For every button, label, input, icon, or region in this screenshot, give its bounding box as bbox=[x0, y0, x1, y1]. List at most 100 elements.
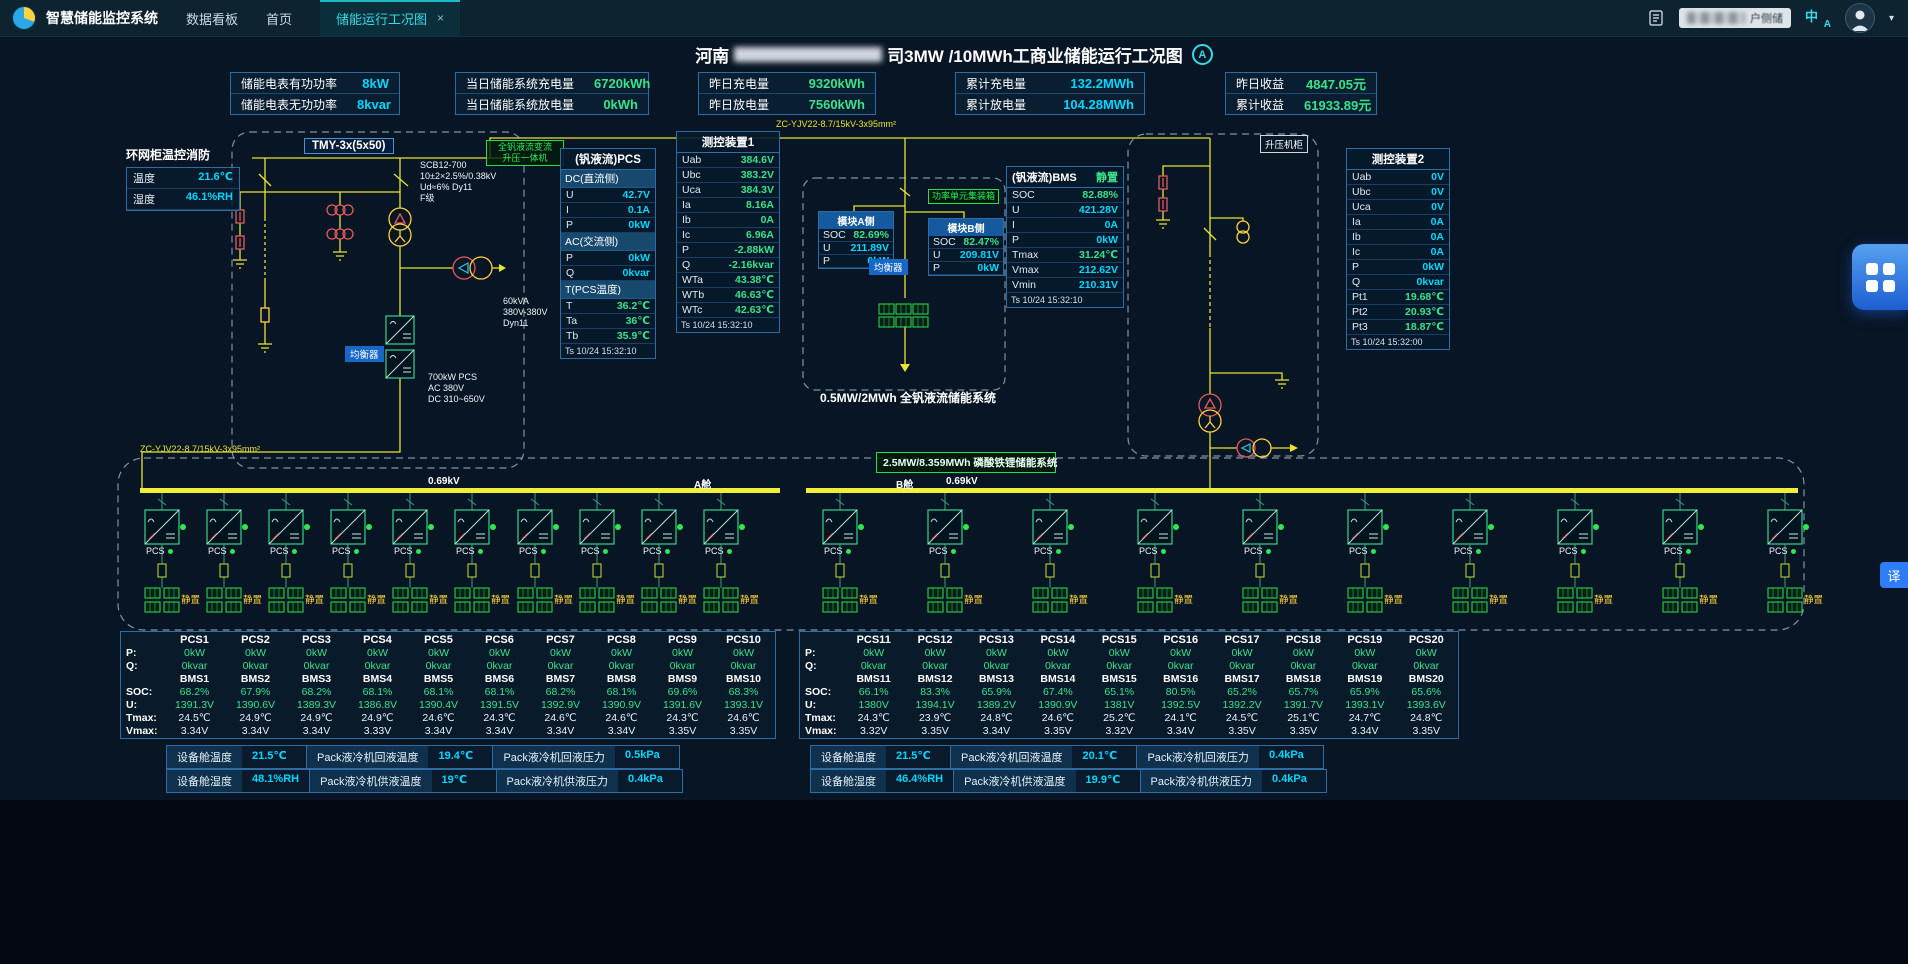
q-value: 0kvar bbox=[966, 659, 1027, 672]
soc-value: 67.4% bbox=[1027, 685, 1088, 698]
field-value: 46.63℃ bbox=[735, 289, 774, 301]
tab-close-icon[interactable]: × bbox=[437, 11, 444, 25]
lang-secondary: A bbox=[1824, 19, 1831, 30]
u-value: 1391.5V bbox=[469, 698, 530, 711]
field-label: P bbox=[933, 262, 940, 274]
p-value: 0kW bbox=[652, 646, 713, 659]
data-row: P0kW bbox=[561, 218, 655, 233]
data-row: 昨日收益4847.05元 bbox=[1226, 73, 1376, 93]
data-row: 累计充电量132.2MWh bbox=[956, 73, 1144, 93]
grid-icon bbox=[1866, 263, 1895, 292]
field-value: 46.1%RH bbox=[186, 191, 233, 207]
data-row: Pack液冷机供液温度19.9℃ bbox=[953, 769, 1140, 793]
tmax-value: 24.6℃ bbox=[530, 711, 591, 724]
bms-name: BMS20 bbox=[1396, 672, 1457, 685]
field-label: Ic bbox=[682, 229, 690, 241]
quick-menu-button[interactable] bbox=[1852, 244, 1908, 310]
data-row: Pack液冷机供液温度19℃ bbox=[309, 769, 496, 793]
table-row-tmax: Tmax:24.5℃24.9℃24.9℃24.9℃24.6℃24.3℃24.6℃… bbox=[122, 711, 774, 724]
data-row: P0kW bbox=[1007, 233, 1123, 248]
field-value: 0kW bbox=[628, 252, 650, 264]
chevron-down-icon[interactable]: ▾ bbox=[1889, 13, 1894, 24]
field-value: 20.93℃ bbox=[1405, 306, 1444, 318]
vrf-booster-label: 全钒液流变流 升压一体机 bbox=[486, 140, 564, 166]
kv-list: T36.2℃Ta36℃Tb35.9℃ bbox=[561, 299, 655, 344]
field-value: 0V bbox=[1431, 171, 1444, 183]
translate-button[interactable]: 译 bbox=[1880, 562, 1908, 588]
data-row: Ia0A bbox=[1347, 215, 1449, 230]
p-value: 0kW bbox=[1211, 646, 1272, 659]
language-toggle[interactable]: 中 A bbox=[1805, 6, 1831, 30]
q-value: 0kvar bbox=[713, 659, 774, 672]
user-menu[interactable]: 户侧储 bbox=[1679, 8, 1791, 28]
q-value: 0kvar bbox=[904, 659, 965, 672]
field-value: 48.1%RH bbox=[242, 770, 309, 792]
pcs-column-header: PCS8 bbox=[591, 633, 652, 646]
q-value: 0kvar bbox=[347, 659, 408, 672]
p-value: 0kW bbox=[904, 646, 965, 659]
field-value: 6.96A bbox=[746, 229, 774, 241]
pcs-column-header: PCS1 bbox=[164, 633, 225, 646]
title-badge-icon[interactable]: A bbox=[1192, 44, 1213, 65]
vmax-value: 3.34V bbox=[408, 724, 469, 737]
table-row-vmax: Vmax:3.34V3.34V3.34V3.33V3.34V3.34V3.34V… bbox=[122, 724, 774, 737]
stat-box-revenue: 昨日收益4847.05元累计收益61933.89元 bbox=[1225, 72, 1377, 115]
soc-value: 69.6% bbox=[652, 685, 713, 698]
field-label: Pack液冷机回液温度 bbox=[951, 746, 1072, 768]
u-value: 1391.6V bbox=[652, 698, 713, 711]
status-badge: 静置 bbox=[1096, 169, 1118, 185]
tmax-value: 24.6℃ bbox=[1027, 711, 1088, 724]
vmax-value: 3.32V bbox=[1089, 724, 1150, 737]
data-row: Ic0A bbox=[1347, 245, 1449, 260]
data-row: Ib0A bbox=[1347, 230, 1449, 245]
lfp-system-label: 2.5MW/8.359MWh 磷酸铁锂储能系统 bbox=[876, 452, 1056, 473]
pcs-column-header: PCS17 bbox=[1211, 633, 1272, 646]
kv-list: U42.7VI0.1AP0kW bbox=[561, 188, 655, 233]
p-value: 0kW bbox=[713, 646, 774, 659]
table-row-u: U:1391.3V1390.6V1389.3V1386.8V1390.4V139… bbox=[122, 698, 774, 711]
document-icon[interactable] bbox=[1647, 9, 1665, 27]
avatar[interactable] bbox=[1845, 3, 1875, 33]
kv-list: Uab384.6VUbc383.2VUca384.3VIa8.16AIb0AIc… bbox=[677, 153, 779, 318]
row-label: Tmax: bbox=[801, 711, 843, 724]
data-row: Pack液冷机供液压力0.4kPa bbox=[1140, 769, 1327, 793]
nav-item-home[interactable]: 首页 bbox=[266, 9, 292, 28]
vrf-battery-stack bbox=[879, 304, 928, 327]
pcs-column-header: PCS12 bbox=[904, 633, 965, 646]
field-value: 0kW bbox=[1096, 234, 1118, 246]
pcs-column-header: PCS7 bbox=[530, 633, 591, 646]
nav-item-dashboard[interactable]: 数据看板 bbox=[186, 9, 238, 28]
field-value: 20.1℃ bbox=[1072, 746, 1136, 768]
data-row: Pack液冷机回液压力0.5kPa bbox=[492, 745, 679, 769]
soc-value: 68.2% bbox=[286, 685, 347, 698]
q-value: 0kvar bbox=[286, 659, 347, 672]
tab-operation-diagram[interactable]: 储能运行工况图 × bbox=[320, 0, 460, 36]
field-value: 19.9℃ bbox=[1076, 770, 1140, 792]
field-value: 0kvar bbox=[623, 267, 650, 279]
p-value: 0kW bbox=[966, 646, 1027, 659]
field-label: Pack液冷机回液压力 bbox=[493, 746, 614, 768]
balancer-label: 均衡器 bbox=[345, 346, 384, 362]
pcs-column-header: PCS4 bbox=[347, 633, 408, 646]
field-value: 0A bbox=[1105, 219, 1118, 231]
env-strip-b1: 设备舱温度21.5℃Pack液冷机回液温度20.1℃Pack液冷机回液压力0.4… bbox=[811, 745, 1324, 769]
row-label: U: bbox=[122, 698, 164, 711]
field-value: 0A bbox=[1431, 231, 1444, 243]
tmax-value: 24.6℃ bbox=[713, 711, 774, 724]
data-row: Q-2.16kvar bbox=[677, 258, 779, 273]
field-label: SOC bbox=[933, 236, 956, 248]
field-value: 212.62V bbox=[1079, 264, 1118, 276]
q-value: 0kvar bbox=[1211, 659, 1272, 672]
u-value: 1392.5V bbox=[1150, 698, 1211, 711]
field-value: 0.1A bbox=[628, 204, 650, 216]
data-row: Vmin210.31V bbox=[1007, 278, 1123, 293]
bms-name: BMS7 bbox=[530, 672, 591, 685]
lang-primary: 中 bbox=[1805, 6, 1818, 25]
vmax-value: 3.32V bbox=[843, 724, 904, 737]
stat-box-yesterday-energy: 昨日充电量9320kWh昨日放电量7560kWh bbox=[698, 72, 876, 115]
field-value: 7560kWh bbox=[799, 97, 875, 112]
field-value: 19℃ bbox=[432, 770, 496, 792]
field-label: 设备舱湿度 bbox=[811, 770, 886, 792]
field-label: 昨日放电量 bbox=[699, 96, 779, 113]
q-value: 0kvar bbox=[591, 659, 652, 672]
